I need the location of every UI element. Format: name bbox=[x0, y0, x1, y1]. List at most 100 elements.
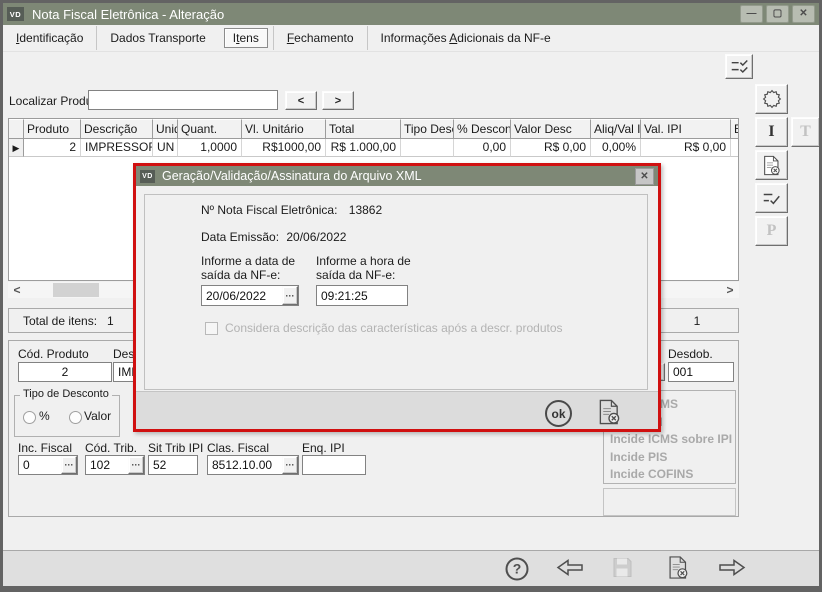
maximize-button[interactable]: ▢ bbox=[766, 5, 789, 23]
item-number-box: 1 bbox=[655, 308, 739, 333]
tax-flag-label: Incide ICMS sobre IPI bbox=[610, 432, 733, 446]
column-header[interactable] bbox=[9, 119, 24, 139]
column-header[interactable]: Vl. Unitário bbox=[242, 119, 326, 139]
table-cell: 2 bbox=[24, 139, 81, 157]
tab[interactable]: Dados Transporte bbox=[96, 26, 218, 50]
table-row[interactable]: ▶2IMPRESSORAUN1,0000R$1000,00R$ 1.000,00… bbox=[9, 139, 738, 157]
characteristics-checkbox[interactable] bbox=[205, 321, 218, 335]
help-button[interactable]: ? bbox=[505, 557, 529, 580]
title-bar: VD Nota Fiscal Eletrônica - Alteração — … bbox=[3, 3, 819, 25]
radio-valor[interactable] bbox=[69, 411, 82, 424]
nfe-number-line: Nº Nota Fiscal Eletrônica: 13862 bbox=[201, 203, 382, 217]
nfe-number-label: Nº Nota Fiscal Eletrônica: bbox=[201, 203, 338, 217]
previous-item-button[interactable]: < bbox=[285, 91, 317, 110]
bottom-toolbar: ? bbox=[3, 550, 819, 586]
table-cell bbox=[731, 139, 738, 157]
column-header[interactable]: Quant. bbox=[178, 119, 242, 139]
dialog-close-button[interactable]: ✕ bbox=[635, 167, 654, 185]
column-header[interactable]: % Desconto bbox=[454, 119, 511, 139]
exit-date-label: Informe a data de saída da NF-e: bbox=[201, 254, 296, 282]
item-number-value: 1 bbox=[693, 313, 701, 328]
settings-button[interactable] bbox=[755, 84, 788, 114]
app-logo-icon: VD bbox=[140, 169, 155, 183]
exit-time-input[interactable] bbox=[316, 285, 408, 306]
emission-date-line: Data Emissão: 20/06/2022 bbox=[201, 230, 346, 244]
next-record-button[interactable] bbox=[717, 557, 747, 580]
minimize-button[interactable]: — bbox=[740, 5, 763, 23]
ok-button[interactable]: ok bbox=[545, 400, 572, 427]
document-cancel-icon bbox=[599, 399, 620, 425]
column-header[interactable]: Produto bbox=[24, 119, 81, 139]
sit-trib-ipi-input[interactable] bbox=[148, 455, 198, 475]
exit-date-lookup-button[interactable]: ··· bbox=[282, 286, 298, 305]
enq-ipi-input[interactable] bbox=[302, 455, 366, 475]
table-cell: 0,00% bbox=[591, 139, 641, 157]
discount-type-group: Tipo de Desconto % Valor bbox=[14, 388, 120, 437]
floppy-disk-icon bbox=[613, 557, 632, 577]
tab[interactable]: Itens bbox=[223, 28, 268, 48]
tab[interactable]: Identificação bbox=[3, 26, 96, 50]
table-cell: IMPRESSORA bbox=[81, 139, 153, 157]
arrow-right-icon bbox=[719, 558, 746, 576]
product-code-input[interactable] bbox=[18, 362, 112, 382]
dialog-title: Geração/Validação/Assinatura do Arquivo … bbox=[162, 169, 422, 183]
save-button-disabled[interactable] bbox=[610, 555, 634, 582]
inc-fiscal-field: ··· bbox=[18, 455, 78, 475]
clas-fiscal-lookup-button[interactable]: ··· bbox=[282, 456, 298, 474]
column-header[interactable]: E bbox=[731, 119, 738, 139]
confirm-all-button[interactable] bbox=[725, 54, 753, 79]
desdob-input[interactable] bbox=[668, 362, 734, 382]
exit-date-field: ··· bbox=[201, 285, 299, 306]
dialog-cancel-button[interactable] bbox=[597, 399, 621, 428]
tab-bar: Identificação Dados Transporte Itens Fec… bbox=[3, 25, 819, 52]
radio-percent[interactable] bbox=[23, 411, 36, 424]
close-button[interactable]: ✕ bbox=[792, 5, 815, 23]
xml-generation-dialog: VD Geração/Validação/Assinatura do Arqui… bbox=[133, 163, 661, 432]
table-header: ProdutoDescriçãoUnidQuant.Vl. UnitárioTo… bbox=[9, 119, 738, 139]
tab[interactable]: Informações Adicionais da NF-e bbox=[366, 26, 564, 50]
cod-trib-lookup-button[interactable]: ··· bbox=[128, 456, 144, 474]
enq-ipi-label: Enq. IPI bbox=[302, 441, 345, 455]
cancel-item-button[interactable] bbox=[755, 150, 788, 180]
column-header[interactable]: Tipo Desc. bbox=[401, 119, 454, 139]
confirm-item-button[interactable] bbox=[755, 183, 788, 213]
column-header[interactable]: Valor Desc bbox=[511, 119, 591, 139]
table-cell bbox=[401, 139, 454, 157]
column-header[interactable]: Unid bbox=[153, 119, 178, 139]
table-cell: R$ 1.000,00 bbox=[326, 139, 401, 157]
main-window: VD Nota Fiscal Eletrônica - Alteração — … bbox=[0, 0, 822, 592]
text-button-disabled[interactable]: T bbox=[791, 117, 819, 147]
cancel-record-button[interactable] bbox=[667, 555, 689, 582]
table-cell: 0,00 bbox=[454, 139, 511, 157]
table-cell: R$1000,00 bbox=[242, 139, 326, 157]
search-input[interactable] bbox=[88, 90, 278, 110]
cod-trib-label: Cód. Trib. bbox=[85, 441, 138, 455]
radio-percent-label: % bbox=[39, 409, 50, 423]
empty-panel bbox=[603, 488, 736, 516]
scrollbar-thumb[interactable] bbox=[53, 283, 99, 297]
tab[interactable]: Fechamento bbox=[272, 26, 367, 50]
dialog-content-box: Nº Nota Fiscal Eletrônica: 13862 Data Em… bbox=[144, 194, 648, 390]
emission-date-value: 20/06/2022 bbox=[286, 230, 347, 244]
print-button-disabled[interactable]: P bbox=[755, 216, 788, 246]
next-item-button[interactable]: > bbox=[322, 91, 354, 110]
exit-time-label: Informe a hora de saída da NF-e: bbox=[316, 254, 411, 282]
desdob-label: Desdob. bbox=[668, 347, 713, 361]
table-cell: ▶ bbox=[9, 139, 24, 157]
scroll-left-icon[interactable]: < bbox=[8, 282, 26, 298]
check-list-icon bbox=[763, 193, 780, 205]
column-header[interactable]: Val. IPI bbox=[641, 119, 731, 139]
column-header[interactable]: Descrição bbox=[81, 119, 153, 139]
column-header[interactable]: Total bbox=[326, 119, 401, 139]
arrow-left-icon bbox=[556, 558, 583, 576]
dialog-button-strip bbox=[136, 391, 658, 429]
document-cancel-icon bbox=[669, 555, 688, 579]
item-info-button[interactable]: I bbox=[755, 117, 788, 147]
inc-fiscal-lookup-button[interactable]: ··· bbox=[61, 456, 77, 474]
document-cancel-icon bbox=[764, 155, 780, 175]
table-cell: R$ 0,00 bbox=[511, 139, 591, 157]
sit-trib-ipi-label: Sit Trib IPI bbox=[148, 441, 204, 455]
column-header[interactable]: Aliq/Val IP bbox=[591, 119, 641, 139]
scroll-right-icon[interactable]: > bbox=[721, 282, 739, 298]
previous-record-button[interactable] bbox=[555, 557, 585, 580]
